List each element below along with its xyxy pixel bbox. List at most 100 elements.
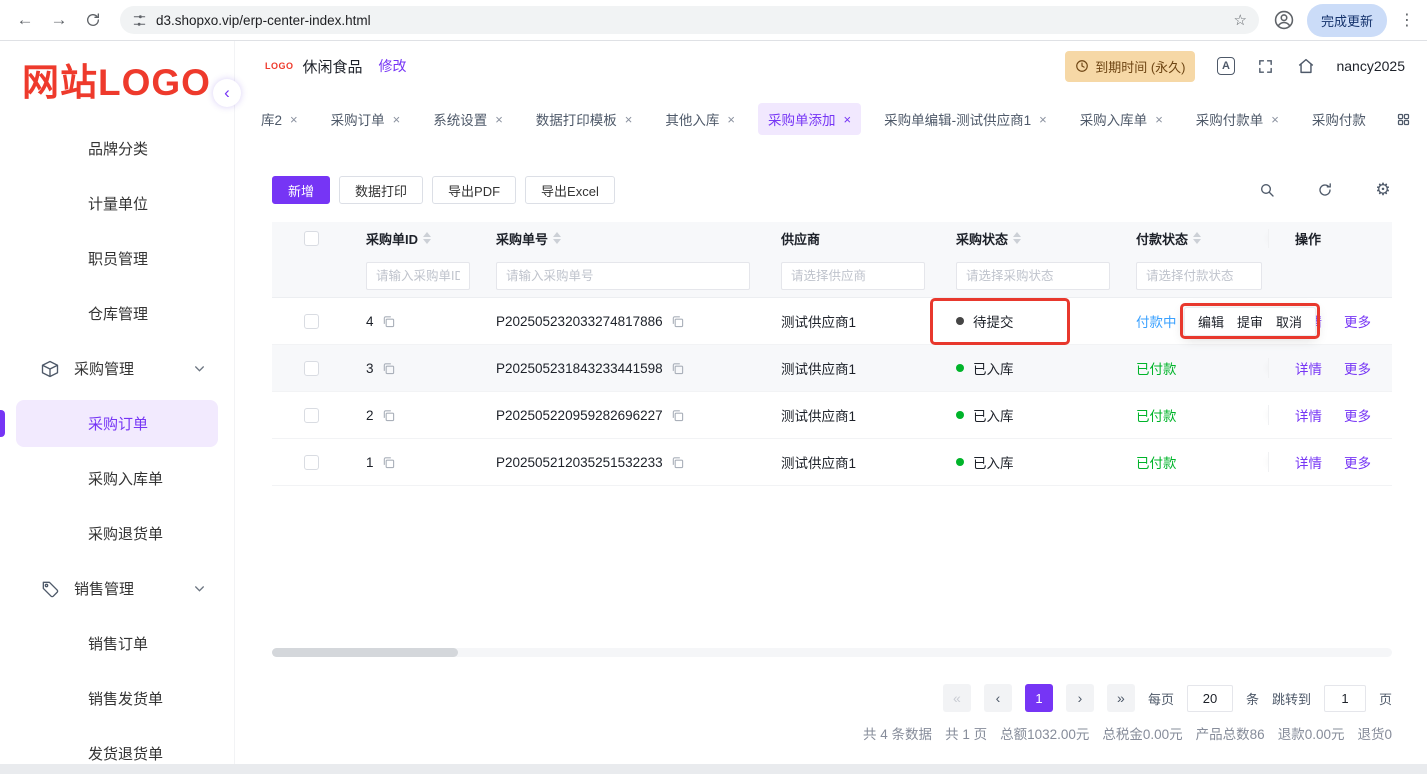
sort-icon[interactable] <box>553 232 562 244</box>
edit-shop-link[interactable]: 修改 <box>379 56 407 76</box>
copy-icon[interactable] <box>671 409 684 422</box>
close-icon[interactable]: × <box>495 113 503 126</box>
close-icon[interactable]: × <box>727 113 735 126</box>
sidebar-item-purchase-inbound[interactable]: 采购入库单 <box>0 451 234 506</box>
apps-grid-icon[interactable] <box>1396 112 1411 127</box>
close-icon[interactable]: × <box>290 113 298 126</box>
tab-purchase-order-add[interactable]: 采购单添加 × <box>757 103 862 135</box>
status-dot <box>956 364 964 372</box>
more-link[interactable]: 更多 <box>1344 405 1371 425</box>
fullscreen-icon[interactable] <box>1256 57 1275 76</box>
popup-submit-review-button[interactable]: 提审 <box>1237 312 1263 331</box>
detail-link[interactable]: 详情 <box>1295 452 1322 472</box>
tab-warehouse2[interactable]: 库2 × <box>257 103 308 135</box>
page-1-button[interactable]: 1 <box>1024 684 1053 712</box>
prev-page-button[interactable]: ‹ <box>983 684 1012 712</box>
sidebar-item-sales-shipments[interactable]: 销售发货单 <box>0 671 234 726</box>
filter-purchase-status-select[interactable] <box>956 261 1110 290</box>
filter-supplier-select[interactable] <box>781 261 925 290</box>
close-icon[interactable]: × <box>843 113 851 126</box>
browser-forward-icon[interactable]: → <box>44 5 74 35</box>
add-button[interactable]: 新增 <box>272 176 331 204</box>
copy-icon[interactable] <box>382 409 395 422</box>
browser-menu-icon[interactable]: ⋮ <box>1397 10 1417 30</box>
more-link[interactable]: 更多 <box>1344 358 1371 378</box>
row-checkbox[interactable] <box>304 360 319 376</box>
sidebar-item-sales-management[interactable]: 销售管理 <box>0 561 234 616</box>
url-text[interactable]: d3.shopxo.vip/erp-center-index.html <box>156 13 1225 28</box>
sidebar-item-purchase-orders[interactable]: 采购订单 <box>0 396 234 451</box>
filter-order-no-input[interactable] <box>496 261 750 290</box>
data-print-button[interactable]: 数据打印 <box>339 176 424 204</box>
jump-page-input[interactable] <box>1323 684 1366 712</box>
close-icon[interactable]: × <box>1271 113 1279 126</box>
browser-refresh-icon[interactable] <box>78 5 108 35</box>
copy-icon[interactable] <box>671 315 684 328</box>
tab-print-template[interactable]: 数据打印模板 × <box>526 103 643 135</box>
copy-icon[interactable] <box>671 362 684 375</box>
filter-payment-status-select[interactable] <box>1136 261 1262 290</box>
sort-icon[interactable] <box>1013 232 1022 244</box>
export-excel-button[interactable]: 导出Excel <box>525 176 615 204</box>
filter-id-input[interactable] <box>366 261 470 290</box>
copy-icon[interactable] <box>671 456 684 469</box>
tab-purchase-inbound[interactable]: 采购入库单 × <box>1070 103 1173 135</box>
sidebar-item-purchase-management[interactable]: 采购管理 <box>0 341 234 396</box>
topbar: LOGO 休闲食品 修改 到期时间 (永久) A nancy2025 <box>235 41 1427 91</box>
home-icon[interactable] <box>1296 57 1315 76</box>
export-pdf-button[interactable]: 导出PDF <box>432 176 517 204</box>
row-checkbox[interactable] <box>304 454 319 470</box>
close-icon[interactable]: × <box>393 113 401 126</box>
url-bar[interactable]: d3.shopxo.vip/erp-center-index.html ☆ <box>120 6 1259 34</box>
tab-system-settings[interactable]: 系统设置 × <box>423 103 513 135</box>
site-settings-icon[interactable] <box>132 13 147 28</box>
search-icon[interactable] <box>1258 181 1276 199</box>
tab-other-inbound[interactable]: 其他入库 × <box>655 103 745 135</box>
sidebar-item-purchase-returns[interactable]: 采购退货单 <box>0 506 234 561</box>
language-icon[interactable]: A <box>1216 57 1235 76</box>
browser-back-icon[interactable]: ← <box>10 5 40 35</box>
sidebar-item-brand-category[interactable]: 品牌分类 <box>0 121 234 176</box>
tab-purchase-payment-2[interactable]: 采购付款 <box>1302 103 1376 135</box>
next-page-button[interactable]: › <box>1065 684 1094 712</box>
more-link[interactable]: 更多 <box>1344 452 1371 472</box>
copy-icon[interactable] <box>382 362 395 375</box>
jump-unit: 页 <box>1378 691 1392 707</box>
settings-gear-icon[interactable]: ⚙ <box>1374 180 1392 199</box>
sort-icon[interactable] <box>423 232 432 244</box>
refresh-table-icon[interactable] <box>1316 181 1334 199</box>
sidebar-item-warehouse-management[interactable]: 仓库管理 <box>0 286 234 341</box>
detail-link[interactable]: 详情 <box>1295 358 1322 378</box>
summary-total-tax: 总税金0.00元 <box>1102 727 1183 742</box>
popup-edit-button[interactable]: 编辑 <box>1198 312 1224 331</box>
bookmark-star-icon[interactable]: ☆ <box>1234 11 1247 29</box>
row-checkbox[interactable] <box>304 313 319 329</box>
sidebar-item-staff-management[interactable]: 职员管理 <box>0 231 234 286</box>
sidebar-item-measure-unit[interactable]: 计量单位 <box>0 176 234 231</box>
per-page-unit: 条 <box>1245 691 1259 707</box>
username[interactable]: nancy2025 <box>1336 58 1405 74</box>
close-icon[interactable]: × <box>1039 113 1047 126</box>
tab-purchase-orders[interactable]: 采购订单 × <box>321 103 411 135</box>
detail-link[interactable]: 详情 <box>1295 405 1322 425</box>
payment-status: 已付款 <box>1136 409 1177 424</box>
sort-icon[interactable] <box>1193 232 1202 244</box>
popup-cancel-button[interactable]: 取消 <box>1276 312 1302 331</box>
copy-icon[interactable] <box>382 315 395 328</box>
tab-purchase-order-edit[interactable]: 采购单编辑-测试供应商1 × <box>874 103 1057 135</box>
tab-purchase-payment[interactable]: 采购付款单 × <box>1186 103 1289 135</box>
row-checkbox[interactable] <box>304 407 319 423</box>
browser-update-button[interactable]: 完成更新 <box>1306 3 1387 37</box>
horizontal-scrollbar-thumb[interactable] <box>272 648 458 657</box>
collapse-sidebar-button[interactable]: ‹ <box>213 79 241 107</box>
last-page-button[interactable]: » <box>1106 684 1135 712</box>
copy-icon[interactable] <box>382 456 395 469</box>
select-all-checkbox[interactable] <box>304 230 319 246</box>
browser-profile-icon[interactable] <box>1271 7 1297 33</box>
close-icon[interactable]: × <box>625 113 633 126</box>
close-icon[interactable]: × <box>1155 113 1163 126</box>
sidebar-item-sales-orders[interactable]: 销售订单 <box>0 616 234 671</box>
first-page-button[interactable]: « <box>942 684 971 712</box>
per-page-input[interactable] <box>1186 684 1233 712</box>
more-link[interactable]: 更多 <box>1344 311 1371 331</box>
